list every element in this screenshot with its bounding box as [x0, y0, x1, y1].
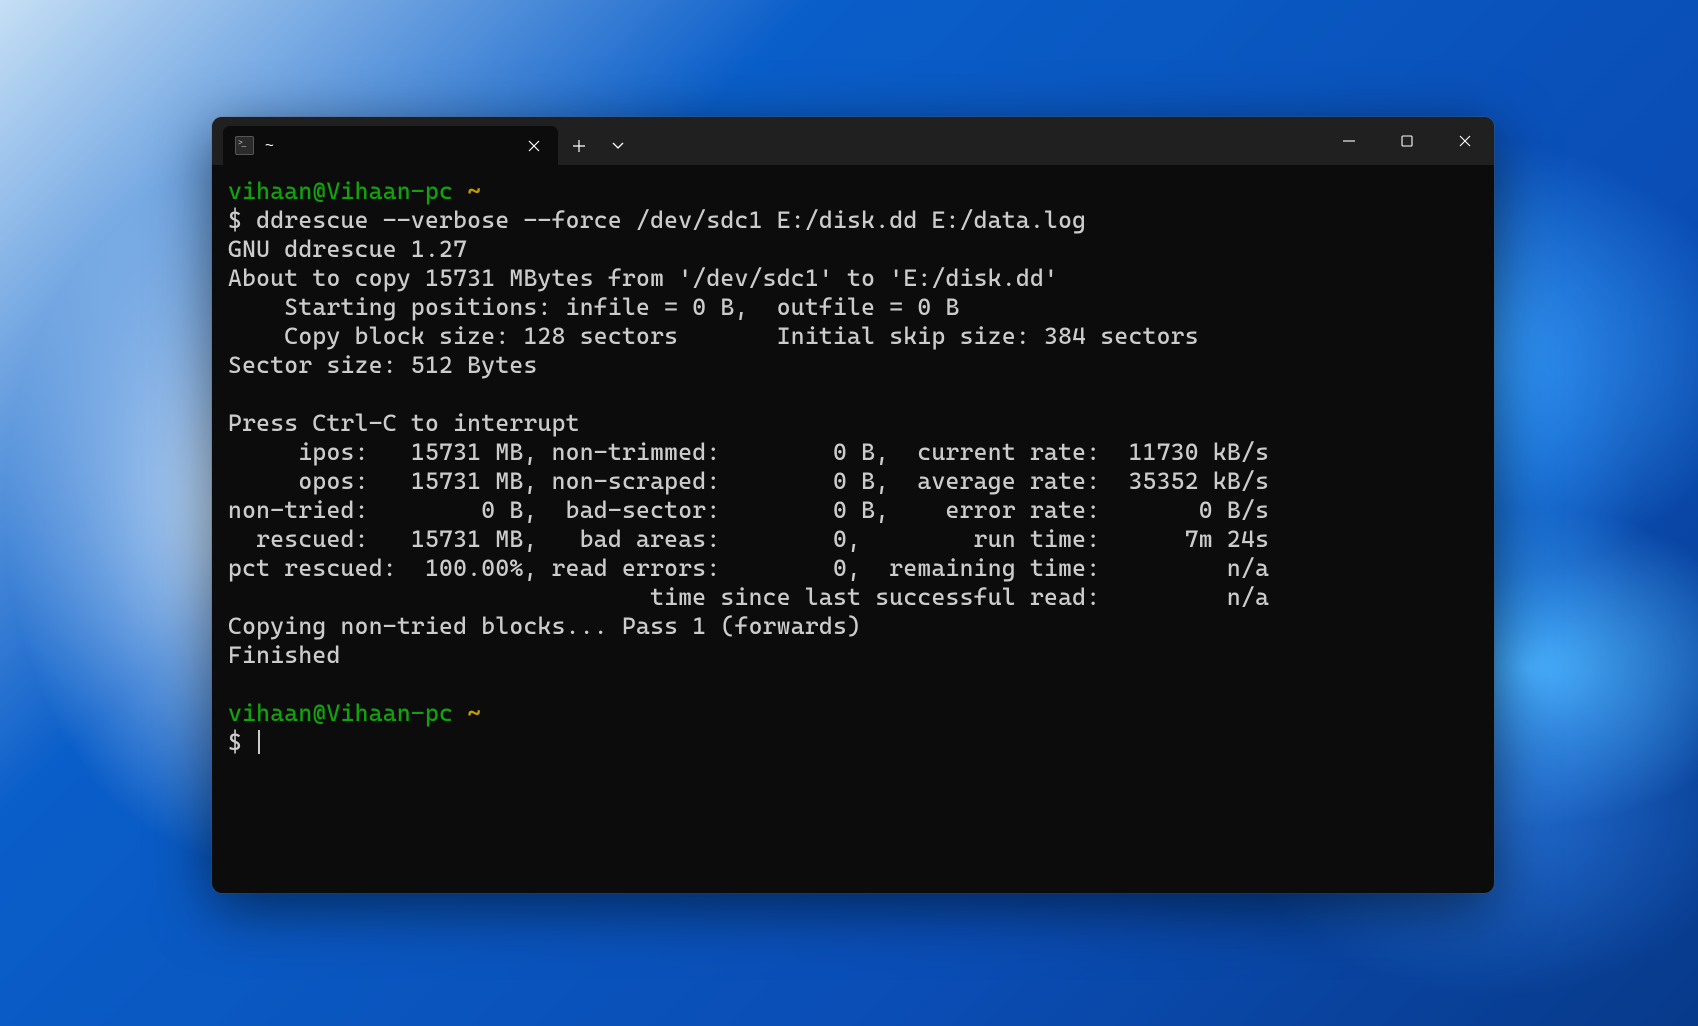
close-window-button[interactable] [1436, 117, 1494, 165]
prompt-user: vihaan@Vihaan-pc [228, 699, 453, 727]
window-controls [1320, 117, 1494, 165]
terminal-output[interactable]: vihaan@Vihaan-pc ~ $ ddrescue --verbose … [212, 165, 1494, 893]
output-line: Copy block size: 128 sectors Initial ski… [228, 322, 1199, 350]
active-tab[interactable]: ~ [223, 126, 558, 165]
output-line: Finished [228, 641, 341, 669]
output-line: ipos: 15731 MB, non-trimmed: 0 B, curren… [228, 438, 1269, 466]
close-icon [1459, 135, 1471, 147]
output-line: GNU ddrescue 1.27 [228, 235, 467, 263]
prompt-user: vihaan@Vihaan-pc [228, 177, 453, 205]
output-line: non-tried: 0 B, bad-sector: 0 B, error r… [228, 496, 1269, 524]
terminal-icon [235, 136, 254, 155]
prompt-symbol: $ [228, 728, 256, 756]
plus-icon [573, 140, 585, 152]
output-line: time since last successful read: n/a [228, 583, 1269, 611]
minimize-icon [1343, 135, 1355, 147]
maximize-button[interactable] [1378, 117, 1436, 165]
tab-actions [558, 126, 636, 165]
terminal-window: ~ [212, 117, 1494, 893]
close-tab-button[interactable] [522, 134, 546, 158]
prompt-symbol: $ [228, 206, 256, 234]
output-line: rescued: 15731 MB, bad areas: 0, run tim… [228, 525, 1269, 553]
output-line: About to copy 15731 MBytes from '/dev/sd… [228, 264, 1058, 292]
prompt-path: ~ [453, 177, 481, 205]
titlebar[interactable]: ~ [212, 117, 1494, 165]
output-line: opos: 15731 MB, non-scraped: 0 B, averag… [228, 467, 1269, 495]
text-cursor [258, 730, 260, 754]
output-line: Press Ctrl-C to interrupt [228, 409, 580, 437]
command-text: ddrescue --verbose --force /dev/sdc1 E:/… [256, 206, 1086, 234]
output-line: Sector size: 512 Bytes [228, 351, 538, 379]
minimize-button[interactable] [1320, 117, 1378, 165]
chevron-down-icon [612, 142, 624, 149]
tab-title: ~ [265, 137, 522, 154]
output-line: Starting positions: infile = 0 B, outfil… [228, 293, 960, 321]
new-tab-button[interactable] [558, 126, 600, 165]
tab-dropdown-button[interactable] [600, 126, 636, 165]
close-icon [528, 140, 540, 152]
prompt-path: ~ [453, 699, 481, 727]
maximize-icon [1401, 135, 1413, 147]
output-line: Copying non-tried blocks... Pass 1 (forw… [228, 612, 861, 640]
output-line: pct rescued: 100.00%, read errors: 0, re… [228, 554, 1269, 582]
